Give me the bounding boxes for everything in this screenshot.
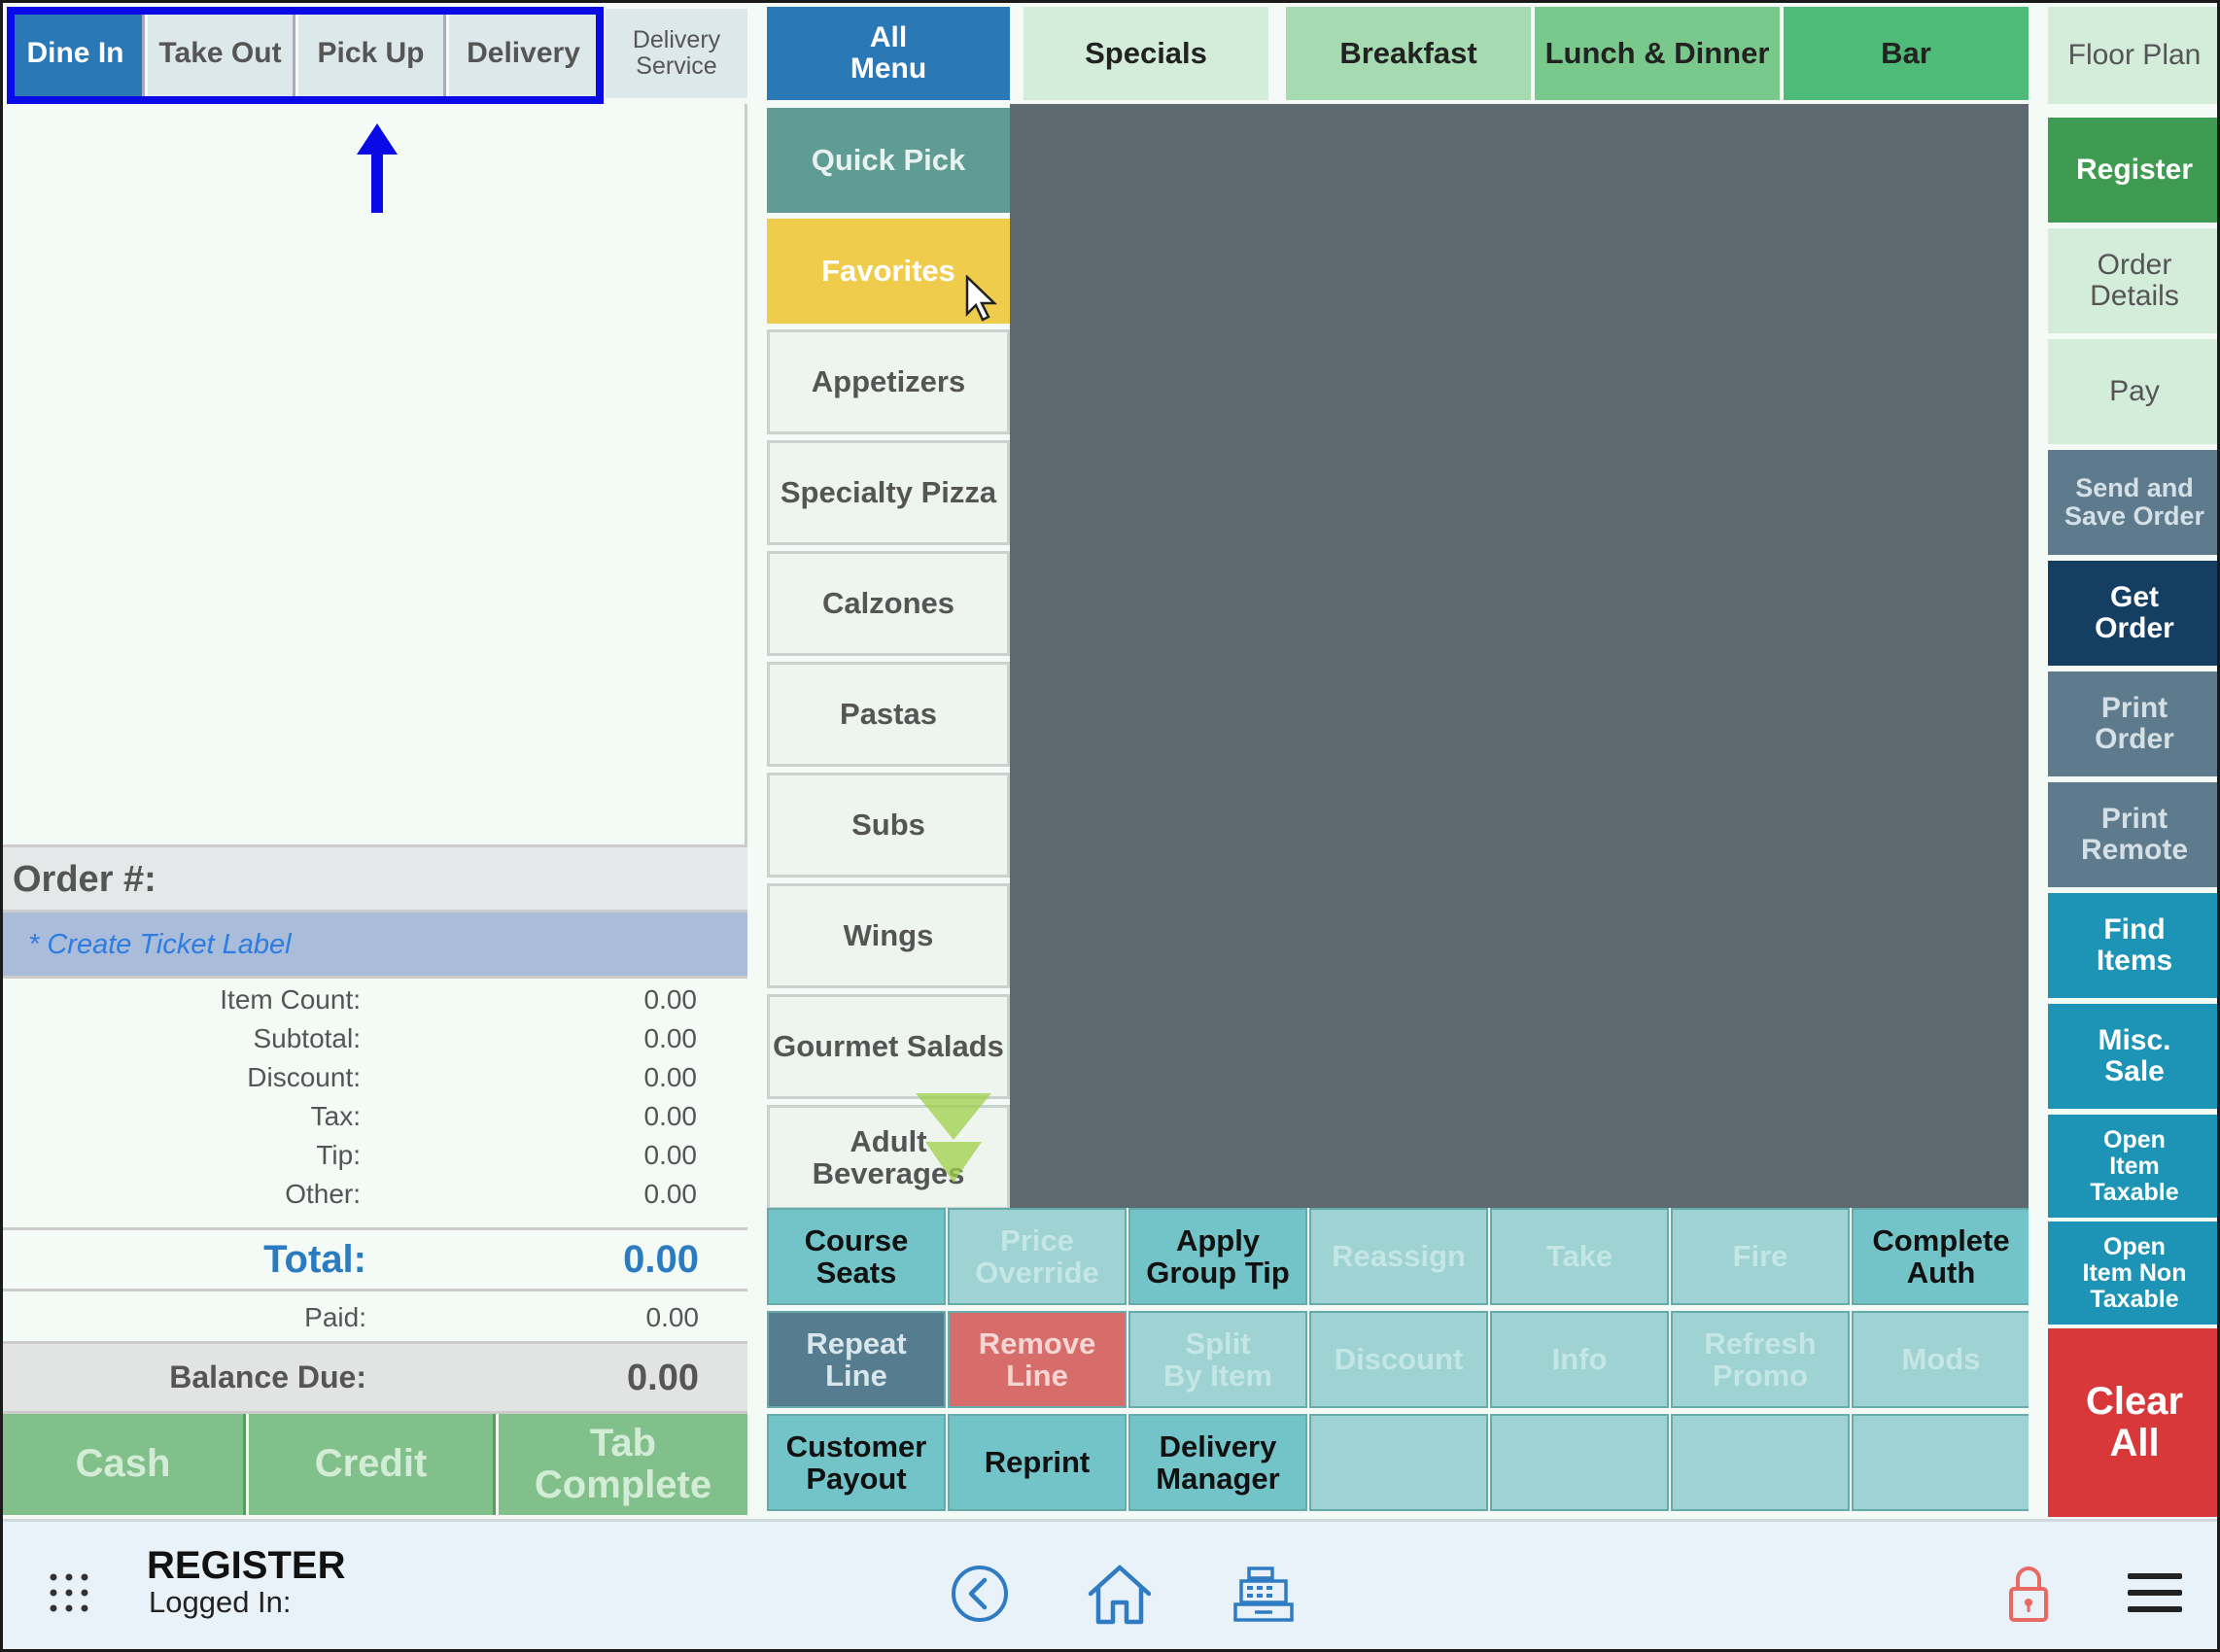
category-quick-pick[interactable]: Quick Pick [767, 108, 1010, 213]
cash-button[interactable]: Cash [3, 1414, 246, 1515]
menu-items-area [1010, 104, 2029, 1208]
clear-all-button[interactable]: Clear All [2048, 1328, 2217, 1517]
summary-value: 0.00 [643, 1179, 698, 1209]
panel-divider [747, 3, 767, 1519]
arrow-up-icon [357, 123, 398, 213]
category-subs[interactable]: Subs [767, 773, 1010, 878]
apps-grid-icon[interactable] [48, 1571, 90, 1614]
order-number-row: Order #: [3, 844, 747, 912]
back-chevron-icon[interactable] [950, 1564, 1010, 1624]
action-customer-payout-button[interactable]: Customer Payout [767, 1414, 946, 1511]
delivery-service-tab[interactable]: Delivery Service [606, 9, 747, 98]
action-apply-group-tip-button[interactable]: Apply Group Tip [1128, 1208, 1307, 1305]
send-and-save-order-button[interactable]: Send and Save Order [2048, 450, 2217, 555]
order-number-label: Order #: [13, 859, 156, 900]
lock-icon[interactable] [2007, 1564, 2050, 1624]
summary-value: 0.00 [643, 1062, 698, 1092]
summary-label: Other: [285, 1179, 361, 1209]
paid-label: Paid: [304, 1302, 366, 1332]
summary-value: 0.00 [643, 1101, 698, 1131]
action-empty-button[interactable] [1309, 1414, 1488, 1511]
action-refresh-promo-button[interactable]: Refresh Promo [1671, 1311, 1850, 1408]
summary-label: Item Count: [220, 984, 361, 1015]
print-order-button[interactable]: Print Order [2048, 671, 2217, 776]
lunch-dinner-tab[interactable]: Lunch & Dinner [1535, 7, 1780, 100]
hamburger-menu-icon[interactable] [2128, 1571, 2182, 1614]
summary-label: Subtotal: [253, 1023, 361, 1053]
get-order-button[interactable]: Get Order [2048, 561, 2217, 666]
action-split-by-item-button[interactable]: Split By Item [1128, 1311, 1307, 1408]
action-empty-button[interactable] [1490, 1414, 1669, 1511]
action-take-button[interactable]: Take [1490, 1208, 1669, 1305]
total-value: 0.00 [623, 1238, 699, 1281]
balance-due-value: 0.00 [627, 1358, 699, 1398]
action-empty-button[interactable] [1852, 1414, 2030, 1511]
misc-sale-button[interactable]: Misc. Sale [2048, 1004, 2217, 1109]
order-summary [3, 979, 747, 1229]
all-menu-tab[interactable]: All Menu [767, 7, 1010, 100]
floor-plan-button[interactable]: Floor Plan [2048, 7, 2217, 104]
action-mods-button[interactable]: Mods [1852, 1311, 2030, 1408]
bar-tab[interactable]: Bar [1784, 7, 2029, 100]
breakfast-tab[interactable]: Breakfast [1286, 7, 1531, 100]
category-appetizers[interactable]: Appetizers [767, 329, 1010, 434]
action-complete-auth-button[interactable]: Complete Auth [1852, 1208, 2030, 1305]
open-item-taxable-button[interactable]: Open Item Taxable [2048, 1115, 2217, 1218]
credit-button[interactable]: Credit [249, 1414, 496, 1515]
category-specialty-pizza[interactable]: Specialty Pizza [767, 440, 1010, 545]
summary-label: Discount: [247, 1062, 361, 1092]
action-remove-line-button[interactable]: Remove Line [948, 1311, 1127, 1408]
summary-value: 0.00 [643, 1140, 698, 1170]
open-item-non-taxable-button[interactable]: Open Item Non Taxable [2048, 1222, 2217, 1325]
paid-value: 0.00 [645, 1302, 700, 1332]
bottom-bar-title: REGISTER [147, 1544, 346, 1587]
balance-due-row: Balance Due: 0.00 [3, 1344, 747, 1414]
summary-label: Tip: [316, 1140, 361, 1170]
specials-tab[interactable]: Specials [1023, 7, 1268, 100]
create-ticket-label-text: * Create Ticket Label [28, 929, 292, 960]
action-info-button[interactable]: Info [1490, 1311, 1669, 1408]
action-reprint-button[interactable]: Reprint [948, 1414, 1127, 1511]
pay-button[interactable]: Pay [2048, 339, 2217, 444]
mouse-cursor-icon [965, 275, 998, 322]
total-label: Total: [263, 1238, 366, 1281]
action-course-seats-button[interactable]: Course Seats [767, 1208, 946, 1305]
summary-value: 0.00 [643, 984, 698, 1015]
action-price-override-button[interactable]: Price Override [948, 1208, 1127, 1305]
create-ticket-label-link[interactable]: * Create Ticket Label [3, 912, 747, 979]
category-calzones[interactable]: Calzones [767, 551, 1010, 656]
print-remote-button[interactable]: Print Remote [2048, 782, 2217, 887]
pos-register-screen: Dine In Take Out Pick Up Delivery Delive… [0, 0, 2220, 1652]
action-discount-button[interactable]: Discount [1309, 1311, 1488, 1408]
register-button[interactable]: Register [2048, 118, 2217, 223]
home-icon[interactable] [1086, 1562, 1154, 1626]
category-gourmet-salads[interactable]: Gourmet Salads [767, 994, 1010, 1099]
tab-complete-button[interactable]: Tab Complete [499, 1414, 747, 1515]
scroll-down-icon[interactable] [912, 1089, 995, 1190]
summary-value: 0.00 [643, 1023, 698, 1053]
action-reassign-button[interactable]: Reassign [1309, 1208, 1488, 1305]
category-wings[interactable]: Wings [767, 883, 1010, 988]
action-repeat-line-button[interactable]: Repeat Line [767, 1311, 946, 1408]
action-empty-button[interactable] [1671, 1414, 1850, 1511]
find-items-button[interactable]: Find Items [2048, 893, 2217, 998]
order-details-button[interactable]: Order Details [2048, 228, 2217, 333]
highlight-box [7, 7, 604, 104]
category-pastas[interactable]: Pastas [767, 662, 1010, 767]
logged-in-label: Logged In: [149, 1585, 292, 1619]
total-row: Total: 0.00 [3, 1227, 747, 1291]
balance-due-label: Balance Due: [169, 1359, 366, 1394]
paid-row: Paid: 0.00 [3, 1291, 747, 1344]
summary-label: Tax: [310, 1101, 361, 1131]
cash-register-icon[interactable] [1231, 1566, 1296, 1624]
action-delivery-manager-button[interactable]: Delivery Manager [1128, 1414, 1307, 1511]
action-fire-button[interactable]: Fire [1671, 1208, 1850, 1305]
